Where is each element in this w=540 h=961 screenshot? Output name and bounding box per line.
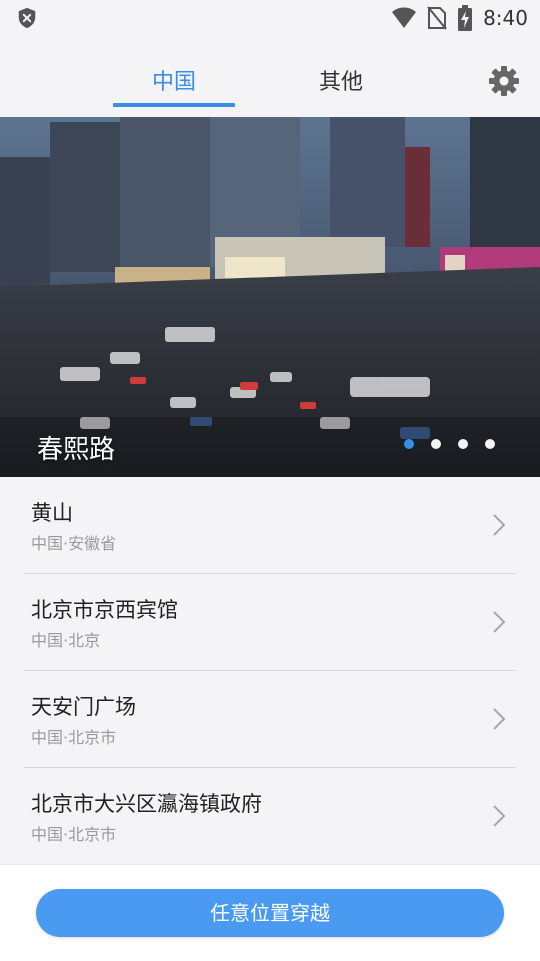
chevron-right-icon — [493, 611, 506, 633]
battery-charging-icon — [458, 5, 473, 31]
teleport-anywhere-button[interactable]: 任意位置穿越 — [36, 889, 504, 937]
place-item[interactable]: 北京市京西宾馆 中国·北京 — [0, 574, 540, 671]
place-item[interactable]: 黄山 中国·安徽省 — [0, 477, 540, 574]
banner-image — [0, 117, 540, 477]
banner-carousel[interactable]: 春熙路 — [0, 117, 540, 477]
place-name: 黄山 — [31, 501, 73, 525]
bottom-bar: 任意位置穿越 — [0, 864, 540, 961]
place-list: 黄山 中国·安徽省 北京市京西宾馆 中国·北京 天安门广场 中国·北京市 北京市… — [0, 477, 540, 865]
tab-indicator — [113, 103, 235, 107]
no-sim-icon — [427, 6, 447, 30]
gear-icon[interactable] — [488, 65, 520, 97]
place-item[interactable]: 北京市大兴区瀛海镇政府 中国·北京市 — [0, 768, 540, 865]
chevron-right-icon — [493, 514, 506, 536]
banner-title: 春熙路 — [37, 435, 116, 465]
chevron-right-icon — [493, 805, 506, 827]
wifi-icon — [392, 7, 417, 28]
chevron-right-icon — [493, 708, 506, 730]
clock: 8:40 — [483, 6, 528, 30]
carousel-indicator — [404, 439, 495, 449]
tab-bar: 中国 其他 — [0, 36, 540, 117]
place-region: 中国·北京 — [31, 631, 101, 650]
carousel-dot[interactable] — [404, 439, 414, 449]
place-region: 中国·北京市 — [31, 728, 117, 747]
carousel-dot[interactable] — [458, 439, 468, 449]
carousel-dot[interactable] — [485, 439, 495, 449]
place-name: 北京市大兴区瀛海镇政府 — [31, 792, 262, 816]
shield-x-icon — [18, 7, 36, 29]
place-item[interactable]: 天安门广场 中国·北京市 — [0, 671, 540, 768]
tab-other[interactable]: 其他 — [319, 64, 363, 96]
place-region: 中国·北京市 — [31, 825, 117, 844]
place-name: 北京市京西宾馆 — [31, 598, 178, 622]
place-name: 天安门广场 — [31, 695, 136, 719]
carousel-dot[interactable] — [431, 439, 441, 449]
tab-china[interactable]: 中国 — [152, 64, 196, 96]
status-bar: 8:40 — [0, 0, 540, 36]
place-region: 中国·安徽省 — [31, 534, 117, 553]
